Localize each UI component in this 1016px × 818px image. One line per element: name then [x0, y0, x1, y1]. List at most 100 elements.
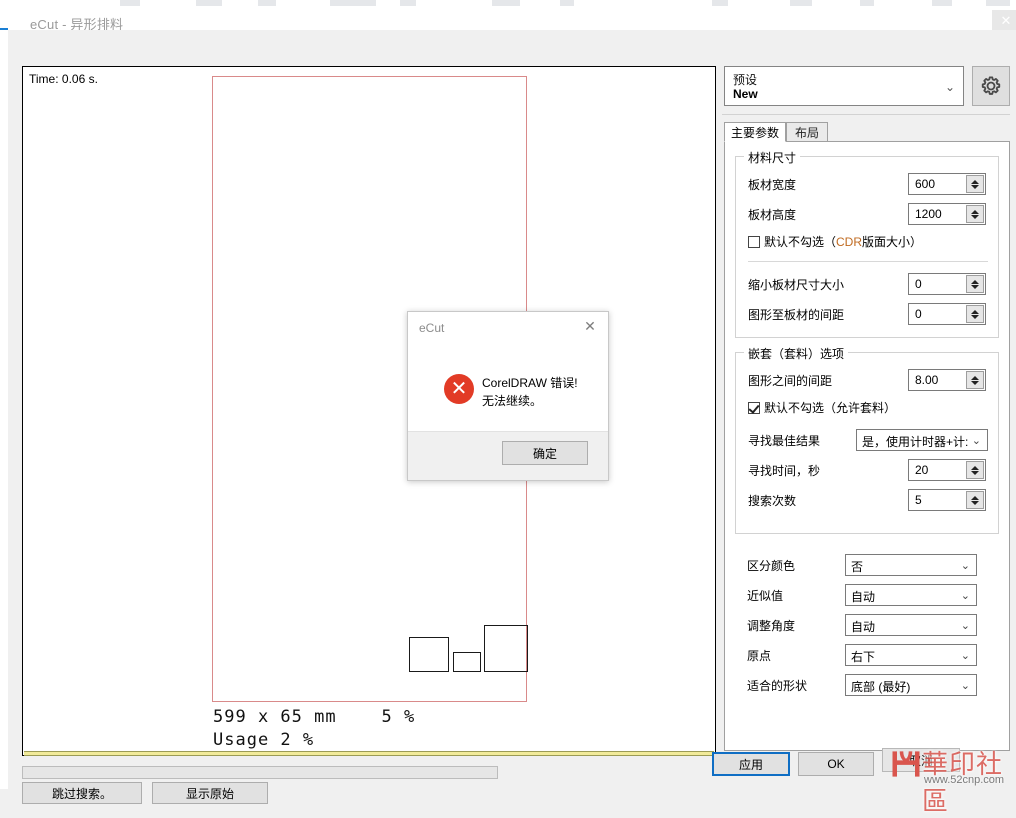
shape-spacing-label: 图形之间的间距	[748, 373, 833, 388]
field-label-best-result: 寻找最佳结果	[748, 429, 820, 451]
chevron-down-icon: ⌄	[971, 435, 981, 447]
nesting-preview-canvas[interactable]: Time: 0.06 s. 599 x 65 mm 5 % Usage 2 %	[22, 66, 716, 756]
chevron-down-icon: ⌄	[960, 560, 970, 572]
search-time-label: 寻找时间，秒	[748, 463, 821, 478]
best-result-label: 寻找最佳结果	[748, 433, 821, 448]
origin-select[interactable]: 右下 ⌄	[845, 644, 977, 666]
group-nesting-options: 嵌套（套料）选项 图形之间的间距 8.00 默认不勾选（允许套料） 寻找最佳结果	[735, 345, 999, 534]
close-icon[interactable]: ✕	[992, 10, 1016, 32]
error-message-line1: CorelDRAW 错误!	[482, 376, 578, 390]
sheet-separator-bar	[24, 751, 714, 756]
checkbox-icon	[748, 235, 760, 248]
sheet-usage-label: Usage 2 %	[213, 730, 315, 750]
error-dialog: eCut ✕ ✕ CorelDRAW 错误! 无法继续。 确定	[407, 311, 609, 481]
shrink-sheet-value: 0	[915, 277, 922, 291]
sheet-height-input[interactable]: 1200	[908, 203, 986, 225]
error-x-icon: ✕	[444, 374, 474, 404]
group-nesting-options-title: 嵌套（套料）选项	[744, 345, 849, 362]
checkbox-cdr-label: 默认不勾选（	[764, 235, 837, 249]
settings-panel: 预设 New ⌄ 主要参数 布局 材料尺寸 板材宽度 600 板材高度 1200…	[720, 62, 1016, 758]
error-dialog-ok-button[interactable]: 确定	[502, 441, 588, 465]
spinner-icon[interactable]	[966, 175, 984, 193]
field-label-shape-to-sheet-gap: 图形至板材的间距	[748, 303, 844, 325]
sheet-width-label: 板材宽度	[748, 177, 797, 192]
gear-icon	[981, 76, 1001, 95]
shape-to-sheet-gap-label: 图形至板材的间距	[748, 307, 845, 322]
nested-part	[409, 637, 449, 672]
best-result-select[interactable]: 是，使用计时器+计: ⌄	[856, 429, 988, 451]
checkbox-icon	[748, 401, 760, 414]
sheet-measurement-label: 599 x 65 mm 5 %	[213, 707, 416, 727]
preset-dropdown[interactable]: 预设 New ⌄	[724, 66, 964, 106]
rotation-angle-label: 调整角度	[747, 618, 796, 633]
tab-main-parameters[interactable]: 主要参数	[724, 122, 786, 142]
ok-button[interactable]: OK	[798, 752, 874, 776]
show-original-button[interactable]: 显示原始	[152, 782, 268, 804]
close-icon[interactable]: ✕	[576, 316, 604, 336]
group-material-size: 材料尺寸 板材宽度 600 板材高度 1200 默认不勾选（CDR版面大小） 缩…	[735, 149, 999, 338]
field-label-origin: 原点	[747, 644, 771, 666]
shrink-sheet-label: 缩小板材尺寸大小	[748, 277, 845, 292]
shape-spacing-value: 8.00	[915, 373, 939, 387]
field-label-search-time: 寻找时间，秒	[748, 459, 820, 481]
field-label-shape-spacing: 图形之间的间距	[748, 369, 832, 391]
preset-settings-button[interactable]	[972, 66, 1010, 106]
shape-to-sheet-gap-value: 0	[915, 307, 922, 321]
panel-tabs: 主要参数 布局	[724, 122, 1010, 142]
search-progress-bar	[22, 766, 498, 779]
app-window: eCut - 异形排料 ✕ Time: 0.06 s. 599 x 65 mm …	[0, 0, 1016, 817]
chevron-down-icon: ⌄	[960, 590, 970, 602]
tab-layout[interactable]: 布局	[786, 122, 828, 142]
skip-search-button[interactable]: 跳过搜索。	[22, 782, 142, 804]
origin-label: 原点	[747, 648, 772, 663]
origin-value: 右下	[851, 650, 876, 664]
field-label-shrink-sheet: 缩小板材尺寸大小	[748, 273, 844, 295]
inner-divider	[748, 261, 988, 262]
fit-shape-label: 适合的形状	[747, 678, 808, 693]
chevron-down-icon: ⌄	[944, 80, 955, 94]
apply-button[interactable]: 应用	[712, 752, 790, 776]
sheet-width-value: 600	[915, 177, 936, 191]
cancel-button[interactable]: 取消	[882, 748, 960, 772]
sheet-width-input[interactable]: 600	[908, 173, 986, 195]
fit-shape-select[interactable]: 底部 (最好) ⌄	[845, 674, 977, 696]
title-bar: eCut - 异形排料 ✕	[8, 6, 1016, 32]
spinner-icon[interactable]	[966, 461, 984, 479]
time-label: Time: 0.06 s.	[29, 72, 98, 86]
search-time-input[interactable]: 20	[908, 459, 986, 481]
shrink-sheet-input[interactable]: 0	[908, 273, 986, 295]
approximation-value: 自动	[851, 590, 876, 604]
spinner-icon[interactable]	[966, 205, 984, 223]
spinner-icon[interactable]	[966, 275, 984, 293]
approximation-select[interactable]: 自动 ⌄	[845, 584, 977, 606]
sheet-height-label: 板材高度	[748, 207, 797, 222]
shape-spacing-input[interactable]: 8.00	[908, 369, 986, 391]
field-label-fit-shape: 适合的形状	[747, 674, 807, 696]
tab-panel-main-parameters: 材料尺寸 板材宽度 600 板材高度 1200 默认不勾选（CDR版面大小） 缩…	[724, 141, 1010, 751]
preset-caption: 预设	[733, 73, 758, 87]
chevron-down-icon: ⌄	[960, 680, 970, 692]
spinner-icon[interactable]	[966, 371, 984, 389]
shape-to-sheet-gap-input[interactable]: 0	[908, 303, 986, 325]
field-label-sheet-height: 板材高度	[748, 203, 796, 225]
search-count-label: 搜索次数	[748, 493, 797, 508]
rotation-angle-select[interactable]: 自动 ⌄	[845, 614, 977, 636]
field-label-sheet-width: 板材宽度	[748, 173, 796, 195]
search-count-value: 5	[915, 493, 922, 507]
error-message-line2: 无法继续。	[482, 394, 543, 408]
checkbox-cdr-page-size[interactable]: 默认不勾选（CDR版面大小）	[748, 233, 922, 250]
field-label-rotation-angle: 调整角度	[747, 614, 795, 636]
field-label-approximation: 近似值	[747, 584, 783, 606]
checkbox-cdr-accent: CDR	[836, 235, 863, 249]
nested-part	[484, 625, 528, 672]
spinner-icon[interactable]	[966, 305, 984, 323]
checkbox-allow-nesting[interactable]: 默认不勾选（允许套料）	[748, 399, 896, 416]
error-dialog-title: eCut	[419, 321, 445, 335]
color-separation-select[interactable]: 否 ⌄	[845, 554, 977, 576]
field-label-color-separation: 区分颜色	[747, 554, 795, 576]
chevron-down-icon: ⌄	[960, 650, 970, 662]
rotation-angle-value: 自动	[851, 620, 876, 634]
spinner-icon[interactable]	[966, 491, 984, 509]
search-count-input[interactable]: 5	[908, 489, 986, 511]
fit-shape-value: 底部 (最好)	[851, 680, 911, 694]
